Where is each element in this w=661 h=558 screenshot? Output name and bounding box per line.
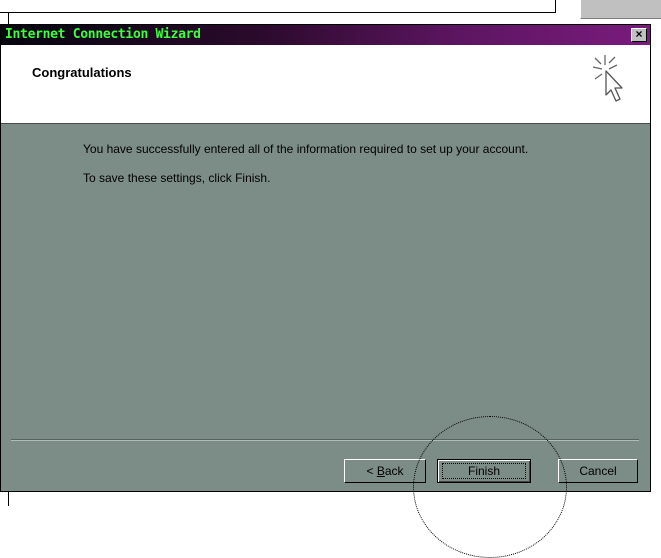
background-frame-line xyxy=(555,0,556,13)
button-separator xyxy=(11,439,639,441)
finish-button[interactable]: Finish xyxy=(437,459,531,483)
back-label-accelerator: B xyxy=(376,463,385,478)
cancel-button[interactable]: Cancel xyxy=(558,459,638,483)
close-icon: × xyxy=(635,27,643,41)
back-label-rest: ack xyxy=(384,463,404,478)
back-label-prefix: < xyxy=(366,463,377,478)
close-button[interactable]: × xyxy=(631,28,647,42)
wizard-header: Congratulations xyxy=(1,45,650,124)
background-window-panel xyxy=(580,0,661,19)
page-title: Congratulations xyxy=(32,65,132,80)
back-button[interactable]: < Back xyxy=(344,459,426,483)
wizard-window: Internet Connection Wizard × Congratulat… xyxy=(0,24,651,492)
title-bar[interactable]: Internet Connection Wizard × xyxy=(1,25,650,45)
wizard-cursor-sparkle-icon xyxy=(592,55,623,102)
window-title: Internet Connection Wizard xyxy=(5,27,201,42)
finish-instruction: To save these settings, click Finish. xyxy=(83,171,271,185)
success-message: You have successfully entered all of the… xyxy=(83,142,529,156)
background-frame-line xyxy=(0,12,555,13)
finish-label: Finish xyxy=(442,463,526,479)
